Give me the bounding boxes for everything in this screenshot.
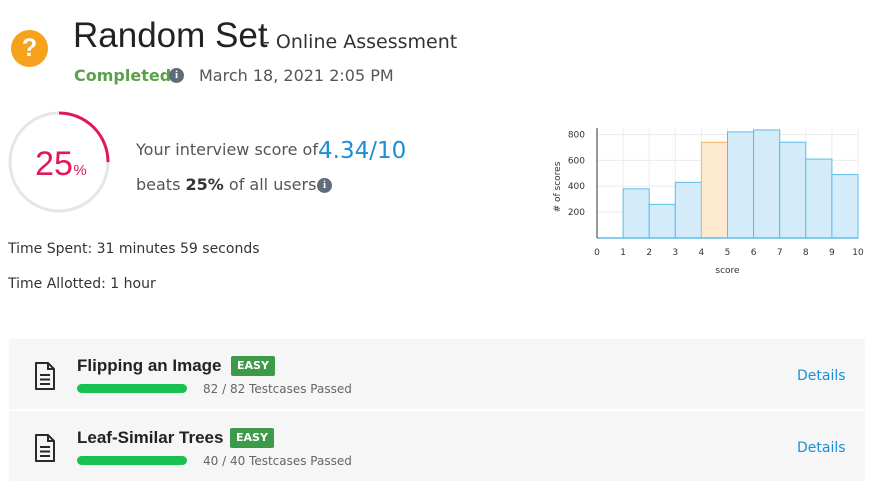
histogram-bar bbox=[779, 141, 807, 239]
beats-suffix: of all users. bbox=[228, 175, 322, 194]
histogram-bar bbox=[622, 188, 650, 239]
x-tick-label: 0 bbox=[594, 248, 600, 258]
problem-row: Leaf-Similar Trees EASY 40 / 40 Testcase… bbox=[9, 411, 865, 481]
y-tick-label: 200 bbox=[568, 208, 585, 218]
x-tick-label: 7 bbox=[777, 248, 783, 258]
status-label: Completed bbox=[74, 66, 172, 85]
assessment-subtitle: - Online Assessment bbox=[263, 31, 458, 53]
histogram-bar bbox=[753, 129, 781, 239]
x-tick-label: 5 bbox=[725, 248, 731, 258]
histogram-bar bbox=[727, 131, 755, 239]
x-tick-label: 10 bbox=[852, 248, 864, 258]
info-icon[interactable]: i bbox=[169, 68, 184, 83]
testcase-progress-bar bbox=[77, 384, 187, 393]
testcase-progress-bar bbox=[77, 456, 187, 465]
time-allotted: Time Allotted: 1 hour bbox=[8, 276, 156, 292]
beats-text: beats 25% of all users. bbox=[136, 175, 322, 194]
document-icon bbox=[35, 362, 55, 390]
beats-value: 25% bbox=[185, 175, 224, 194]
details-link[interactable]: Details bbox=[797, 368, 846, 384]
assessment-title: Random Set bbox=[73, 16, 268, 55]
problem-row: Flipping an Image EASY 82 / 82 Testcases… bbox=[9, 339, 865, 409]
percentile-number: 25 bbox=[35, 145, 73, 183]
y-tick-label: 800 bbox=[568, 130, 585, 140]
percentile-ring: 25 % bbox=[8, 111, 110, 213]
beats-info-icon[interactable]: i bbox=[317, 178, 332, 193]
x-tick-label: 2 bbox=[646, 248, 652, 258]
testcases-passed: 40 / 40 Testcases Passed bbox=[203, 454, 352, 468]
histogram-bar bbox=[831, 174, 859, 239]
y-axis-label: # of scores bbox=[553, 161, 563, 212]
details-link[interactable]: Details bbox=[797, 440, 846, 456]
beats-prefix: beats bbox=[136, 175, 181, 194]
time-spent: Time Spent: 31 minutes 59 seconds bbox=[8, 241, 260, 257]
histogram-bar bbox=[805, 158, 833, 239]
histogram-bar bbox=[648, 203, 676, 239]
question-icon: ? bbox=[11, 30, 48, 67]
histogram-bar bbox=[674, 181, 702, 239]
y-tick-label: 400 bbox=[568, 182, 585, 192]
x-tick-label: 1 bbox=[620, 248, 626, 258]
score-distribution-chart: 0 1 2 3 4 5 6 7 8 9 10 200 400 600 800 score # of scores bbox=[553, 128, 864, 276]
x-tick-label: 3 bbox=[672, 248, 678, 258]
problem-title[interactable]: Leaf-Similar Trees bbox=[77, 428, 223, 448]
difficulty-badge: EASY bbox=[230, 428, 274, 448]
x-tick-label: 6 bbox=[751, 248, 757, 258]
problem-title[interactable]: Flipping an Image bbox=[77, 356, 222, 376]
histogram-bar bbox=[700, 141, 728, 239]
y-tick-label: 600 bbox=[568, 156, 585, 166]
x-axis-label: score bbox=[715, 266, 740, 276]
difficulty-badge: EASY bbox=[231, 356, 275, 376]
x-tick-label: 8 bbox=[803, 248, 809, 258]
x-tick-label: 4 bbox=[699, 248, 705, 258]
testcases-passed: 82 / 82 Testcases Passed bbox=[203, 382, 352, 396]
percent-sign: % bbox=[73, 162, 86, 179]
score-value: 4.34/10 bbox=[318, 138, 407, 164]
score-text: Your interview score of bbox=[136, 140, 318, 159]
document-icon bbox=[35, 434, 55, 462]
x-tick-label: 9 bbox=[829, 248, 835, 258]
completion-date: March 18, 2021 2:05 PM bbox=[199, 66, 394, 85]
